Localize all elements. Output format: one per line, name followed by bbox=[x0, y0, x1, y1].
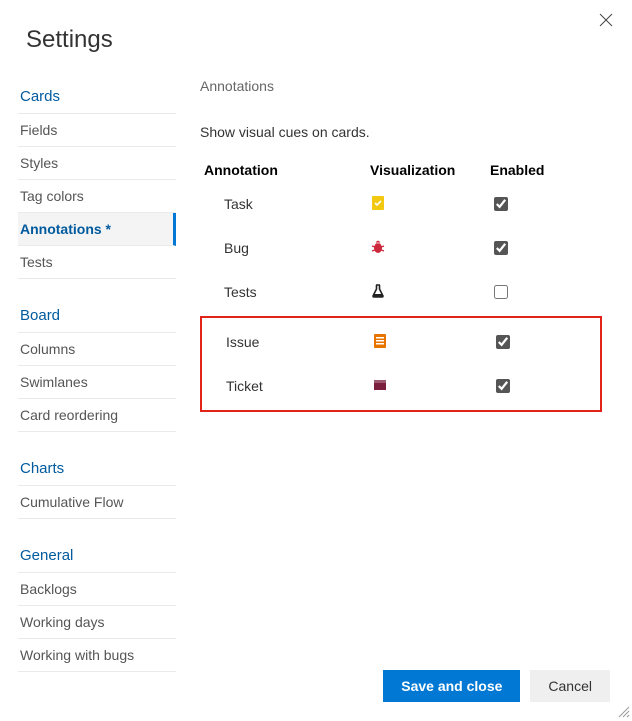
table-row: Ticket bbox=[202, 364, 600, 408]
ticket-icon bbox=[372, 377, 492, 396]
annotation-label: Tests bbox=[200, 284, 370, 300]
enabled-checkbox[interactable] bbox=[494, 241, 508, 255]
enabled-checkbox[interactable] bbox=[494, 197, 508, 211]
annotations-pane: Annotations Show visual cues on cards. A… bbox=[176, 78, 632, 412]
list-icon bbox=[372, 333, 492, 352]
annotation-label: Bug bbox=[200, 240, 370, 256]
pane-description: Show visual cues on cards. bbox=[200, 124, 602, 140]
sidebar-group-header: Charts bbox=[18, 450, 176, 486]
table-row: Tests bbox=[200, 270, 602, 314]
sidebar-item[interactable]: Fields bbox=[18, 114, 176, 147]
save-and-close-button[interactable]: Save and close bbox=[383, 670, 520, 702]
annotation-label: Issue bbox=[202, 334, 372, 350]
bug-icon bbox=[370, 239, 490, 258]
highlighted-rows: Issue Ticket bbox=[200, 316, 602, 412]
dialog-footer: Save and close Cancel bbox=[383, 670, 610, 702]
close-icon[interactable] bbox=[598, 12, 614, 28]
sidebar-item[interactable]: Cumulative Flow bbox=[18, 486, 176, 519]
enabled-checkbox[interactable] bbox=[496, 335, 510, 349]
sidebar-group-header: General bbox=[18, 537, 176, 573]
column-annotation: Annotation bbox=[200, 162, 370, 178]
cancel-button[interactable]: Cancel bbox=[530, 670, 610, 702]
settings-dialog: Settings CardsFieldsStylesTag colorsAnno… bbox=[0, 0, 632, 720]
column-enabled: Enabled bbox=[490, 162, 550, 178]
pane-title: Annotations bbox=[200, 78, 602, 94]
dialog-title: Settings bbox=[0, 0, 632, 54]
annotation-label: Task bbox=[200, 196, 370, 212]
sidebar-item[interactable]: Columns bbox=[18, 333, 176, 366]
column-visualization: Visualization bbox=[370, 162, 490, 178]
table-row: Issue bbox=[202, 320, 600, 364]
annotations-table: Annotation Visualization Enabled Task Bug… bbox=[200, 158, 602, 412]
flask-icon bbox=[370, 283, 490, 302]
annotation-label: Ticket bbox=[202, 378, 372, 394]
sidebar-item[interactable]: Swimlanes bbox=[18, 366, 176, 399]
sidebar-item[interactable]: Tag colors bbox=[18, 180, 176, 213]
settings-sidebar: CardsFieldsStylesTag colorsAnnotations *… bbox=[18, 78, 176, 672]
sidebar-group-header: Board bbox=[18, 297, 176, 333]
task-icon bbox=[370, 195, 490, 214]
sidebar-item[interactable]: Backlogs bbox=[18, 573, 176, 606]
resize-grip-icon[interactable] bbox=[616, 704, 630, 718]
sidebar-item[interactable]: Styles bbox=[18, 147, 176, 180]
sidebar-item[interactable]: Tests bbox=[18, 246, 176, 279]
sidebar-item[interactable]: Card reordering bbox=[18, 399, 176, 432]
table-row: Bug bbox=[200, 226, 602, 270]
sidebar-item[interactable]: Working days bbox=[18, 606, 176, 639]
table-header: Annotation Visualization Enabled bbox=[200, 158, 602, 182]
table-row: Task bbox=[200, 182, 602, 226]
enabled-checkbox[interactable] bbox=[496, 379, 510, 393]
enabled-checkbox[interactable] bbox=[494, 285, 508, 299]
sidebar-item[interactable]: Annotations * bbox=[18, 213, 176, 246]
sidebar-item[interactable]: Working with bugs bbox=[18, 639, 176, 672]
sidebar-group-header: Cards bbox=[18, 78, 176, 114]
